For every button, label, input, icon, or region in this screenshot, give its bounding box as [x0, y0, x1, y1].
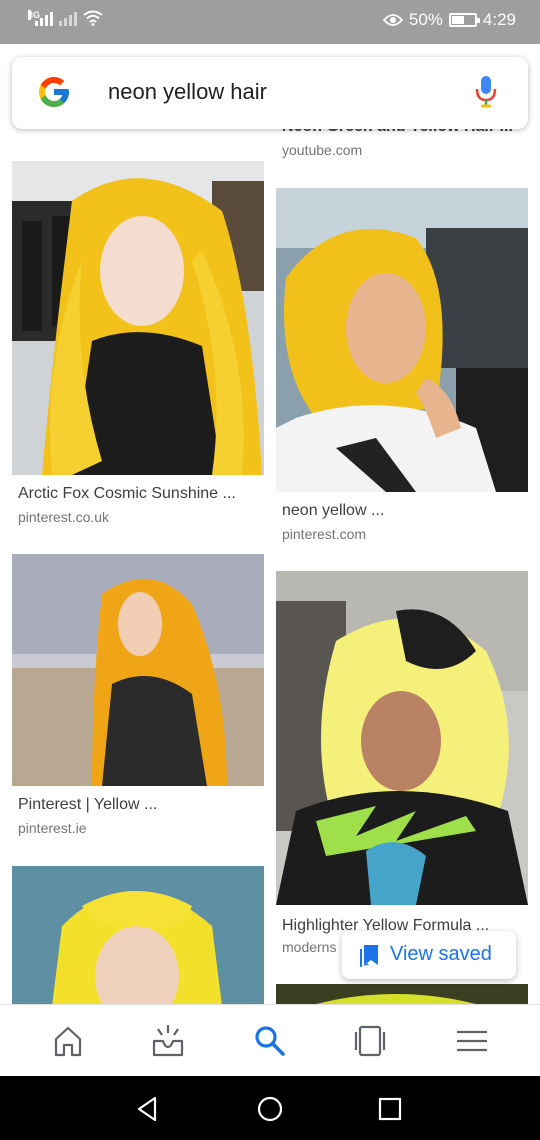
result-card[interactable]: Pinterest | Yellow ... pinterest.ie [12, 554, 264, 840]
result-card[interactable]: neon yellow ... pinterest.com [276, 188, 528, 548]
result-image-graphic [12, 161, 264, 475]
result-source: pinterest.ie [18, 820, 87, 836]
result-source: moderns [282, 939, 337, 955]
result-source: pinterest.com [282, 526, 367, 542]
back-icon[interactable] [133, 1094, 163, 1124]
menu-icon[interactable] [454, 1023, 490, 1059]
recents-icon[interactable] [375, 1094, 405, 1124]
result-card[interactable]: Arctic Fox Cosmic Sunshine ... pinterest… [12, 161, 264, 531]
result-title: neon yellow ... [282, 502, 385, 519]
result-image-graphic [12, 554, 264, 786]
search-icon[interactable] [252, 1023, 288, 1059]
result-image[interactable] [12, 866, 264, 1004]
result-card[interactable]: Highlighter Yellow Formula ... moderns [276, 571, 528, 961]
result-image[interactable] [276, 571, 528, 905]
home-circle-icon[interactable] [255, 1094, 285, 1124]
result-image-graphic [276, 571, 528, 905]
tabs-icon[interactable] [352, 1023, 388, 1059]
bookmarks-icon [360, 945, 378, 967]
google-g-icon [39, 77, 69, 107]
home-icon[interactable] [50, 1023, 86, 1059]
image-results: Neon Green and Yellow Hair ... youtube.c… [0, 0, 540, 1004]
result-image[interactable] [276, 188, 528, 492]
result-image-graphic [12, 866, 264, 1004]
result-image[interactable] [276, 984, 528, 1004]
result-image[interactable] [12, 161, 264, 475]
result-image-graphic [276, 984, 528, 1004]
result-card[interactable] [276, 984, 528, 1004]
view-saved-button[interactable]: View saved [342, 931, 516, 979]
result-image-graphic [276, 188, 528, 492]
updates-icon[interactable] [150, 1023, 186, 1059]
bottom-nav [0, 1004, 540, 1076]
microphone-icon[interactable] [474, 75, 498, 109]
system-nav-bar [0, 1076, 540, 1140]
result-title: Pinterest | Yellow ... [18, 796, 158, 813]
search-input[interactable]: neon yellow hair [108, 79, 267, 105]
result-source: youtube.com [282, 142, 363, 158]
result-card[interactable] [12, 866, 264, 1004]
search-box[interactable]: neon yellow hair [12, 57, 528, 129]
result-title: Arctic Fox Cosmic Sunshine ... [18, 485, 236, 502]
result-image[interactable] [12, 554, 264, 786]
view-saved-label: View saved [390, 943, 492, 965]
result-source: pinterest.co.uk [18, 509, 110, 525]
